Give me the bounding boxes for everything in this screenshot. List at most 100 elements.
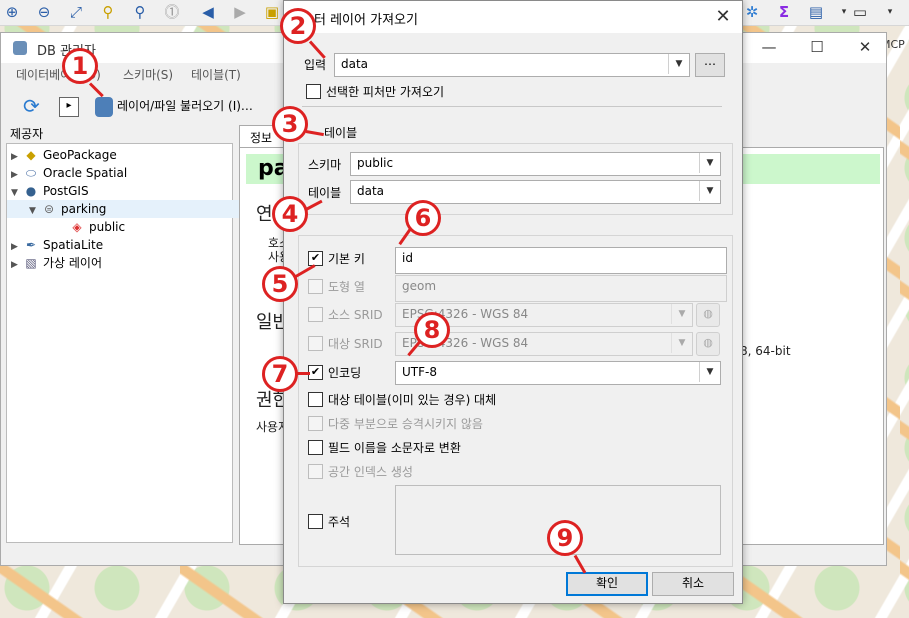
tree-item-postgis[interactable]: ▼ ● PostGIS (11, 182, 89, 200)
attribute-table-icon[interactable]: ▤ (806, 2, 826, 22)
provider-header: 제공자 (10, 127, 44, 141)
zoom-full-icon[interactable]: ⤢ (66, 2, 86, 22)
output-table-group-label: 테이블 (324, 126, 358, 140)
callout-5: 5 (262, 266, 298, 302)
dialog-title: 터 레이어 가져오기 (314, 13, 418, 28)
import-layer-button[interactable]: 레이어/파일 불러오기 (I)… (95, 93, 253, 119)
encoding-combo[interactable]: UTF-8 ▼ (395, 361, 721, 385)
sql-window-icon[interactable]: ▸ (59, 97, 79, 117)
tree-item-parking[interactable]: ▼ ⊜ parking (7, 200, 254, 218)
schema-icon: ◈ (72, 220, 82, 234)
maximize-icon[interactable]: ☐ (807, 38, 827, 56)
zoom-selection-icon[interactable]: ⚲ (98, 2, 118, 22)
zoom-out-icon[interactable]: ⊖ (34, 2, 54, 22)
callout-2: 2 (280, 8, 316, 44)
input-layer-value: data (341, 57, 369, 71)
spatial-index-label: 공간 인덱스 생성 (328, 465, 413, 479)
info-version-snippet: 8, 64-bit (740, 344, 791, 358)
schema-value: public (357, 156, 394, 170)
tree-item-spatialite[interactable]: ▶ ✒ SpatiaLite (11, 236, 103, 254)
tree-item-label: parking (61, 202, 107, 216)
tree-item-label: GeoPackage (43, 148, 117, 162)
lowercase-fields-checkbox[interactable] (308, 440, 323, 455)
zoom-layer-icon[interactable]: ⚲ (130, 2, 150, 22)
geometry-column-field[interactable]: geom (395, 275, 727, 302)
zoom-native-icon[interactable]: ⓵ (162, 2, 182, 22)
primary-key-checkbox[interactable]: ✔ (308, 251, 323, 266)
crs-selector-icon[interactable]: ◍ (696, 332, 720, 356)
close-icon[interactable]: ✕ (712, 6, 734, 27)
virtual-layer-icon: ▧ (25, 256, 37, 270)
chevron-down-icon[interactable]: ▾ (880, 2, 900, 22)
import-vector-layer-dialog: 터 레이어 가져오기 ✕ 입력 data ▼ ⋯ 선택한 피처만 가져오기 테이블… (283, 0, 743, 604)
selected-only-label: 선택한 피처만 가져오기 (326, 85, 445, 99)
comment-label: 주석 (328, 515, 351, 529)
spatial-index-checkbox[interactable] (308, 464, 323, 479)
target-srid-label: 대상 SRID (328, 337, 383, 351)
chevron-down-icon: ▼ (671, 304, 692, 324)
tree-item-oracle[interactable]: ▶ ⬭ Oracle Spatial (11, 164, 127, 182)
menu-schema[interactable]: 스키마(S) (123, 66, 173, 83)
callout-4: 4 (272, 196, 308, 232)
sum-icon[interactable]: Σ (774, 2, 794, 22)
chevron-right-icon[interactable]: ▶ (11, 256, 23, 274)
primary-key-field[interactable]: id (395, 247, 727, 274)
measure-ruler-icon[interactable]: ▭ (850, 2, 870, 22)
chevron-down-icon[interactable]: ▼ (29, 202, 41, 220)
chevron-down-icon: ▼ (699, 153, 720, 173)
comment-checkbox[interactable] (308, 514, 323, 529)
selected-only-checkbox[interactable] (306, 84, 321, 99)
zoom-next-icon[interactable]: ▶ (230, 2, 250, 22)
source-srid-checkbox[interactable] (308, 307, 323, 322)
no-multi-label: 다중 부분으로 승격시키지 않음 (328, 417, 483, 431)
geometry-column-checkbox[interactable] (308, 279, 323, 294)
encoding-value: UTF-8 (402, 365, 437, 379)
tree-item-geopackage[interactable]: ▶ ◆ GeoPackage (11, 146, 117, 164)
table-combo[interactable]: data ▼ (350, 180, 721, 204)
schema-label: 스키마 (308, 158, 342, 172)
geopackage-icon: ◆ (26, 148, 36, 162)
encoding-checkbox[interactable]: ✔ (308, 365, 323, 380)
table-value: data (357, 184, 385, 198)
menu-table[interactable]: 테이블(T) (191, 66, 241, 83)
settings-gear-icon[interactable]: ✲ (742, 2, 762, 22)
close-icon[interactable]: ✕ (855, 38, 875, 56)
oracle-icon: ⬭ (25, 166, 37, 180)
replace-table-checkbox[interactable] (308, 392, 323, 407)
chevron-down-icon: ▼ (699, 181, 720, 201)
table-label: 테이블 (308, 186, 342, 200)
tree-item-label: 가상 레이어 (43, 256, 103, 270)
browse-button[interactable]: ⋯ (695, 53, 725, 77)
provider-panel: 제공자 ▶ ◆ GeoPackage ▶ ⬭ Oracle Spatial ▼ ● Post… (6, 125, 254, 565)
tree-item-label: SpatiaLite (43, 238, 104, 252)
ok-button[interactable]: 확인 (566, 572, 648, 596)
geometry-column-label: 도형 열 (328, 280, 365, 294)
chevron-down-icon: ▼ (671, 333, 692, 353)
zoom-last-icon[interactable]: ◀ (198, 2, 218, 22)
crs-selector-icon[interactable]: ◍ (696, 303, 720, 327)
schema-combo[interactable]: public ▼ (350, 152, 721, 176)
minimize-icon[interactable]: — (759, 38, 779, 56)
tree-item-virtual-layer[interactable]: ▶ ▧ 가상 레이어 (11, 254, 102, 272)
callout-7-arrow (296, 372, 310, 375)
cancel-button[interactable]: 취소 (652, 572, 734, 596)
refresh-icon[interactable]: ⟳ (23, 93, 40, 119)
source-srid-label: 소스 SRID (328, 308, 383, 322)
replace-table-label: 대상 테이블(이미 있는 경우) 대체 (328, 393, 497, 407)
target-srid-checkbox[interactable] (308, 336, 323, 351)
callout-3: 3 (272, 106, 308, 142)
input-layer-combo[interactable]: data ▼ (334, 53, 690, 77)
spatialite-feather-icon: ✒ (25, 238, 37, 252)
chevron-down-icon: ▼ (699, 362, 720, 382)
new-map-view-icon[interactable]: ▣ (262, 2, 282, 22)
zoom-in-icon[interactable]: ⊕ (2, 2, 22, 22)
callout-1: 1 (62, 48, 98, 84)
callout-7: 7 (262, 356, 298, 392)
import-layer-button-label: 레이어/파일 불러오기 (I)… (117, 99, 253, 113)
database-icon: ⊜ (43, 202, 55, 216)
encoding-label: 인코딩 (328, 366, 362, 380)
tree-item-public[interactable]: ◈ public (69, 218, 125, 236)
divider (302, 106, 722, 107)
postgis-elephant-icon: ● (25, 184, 37, 198)
no-multi-checkbox[interactable] (308, 416, 323, 431)
